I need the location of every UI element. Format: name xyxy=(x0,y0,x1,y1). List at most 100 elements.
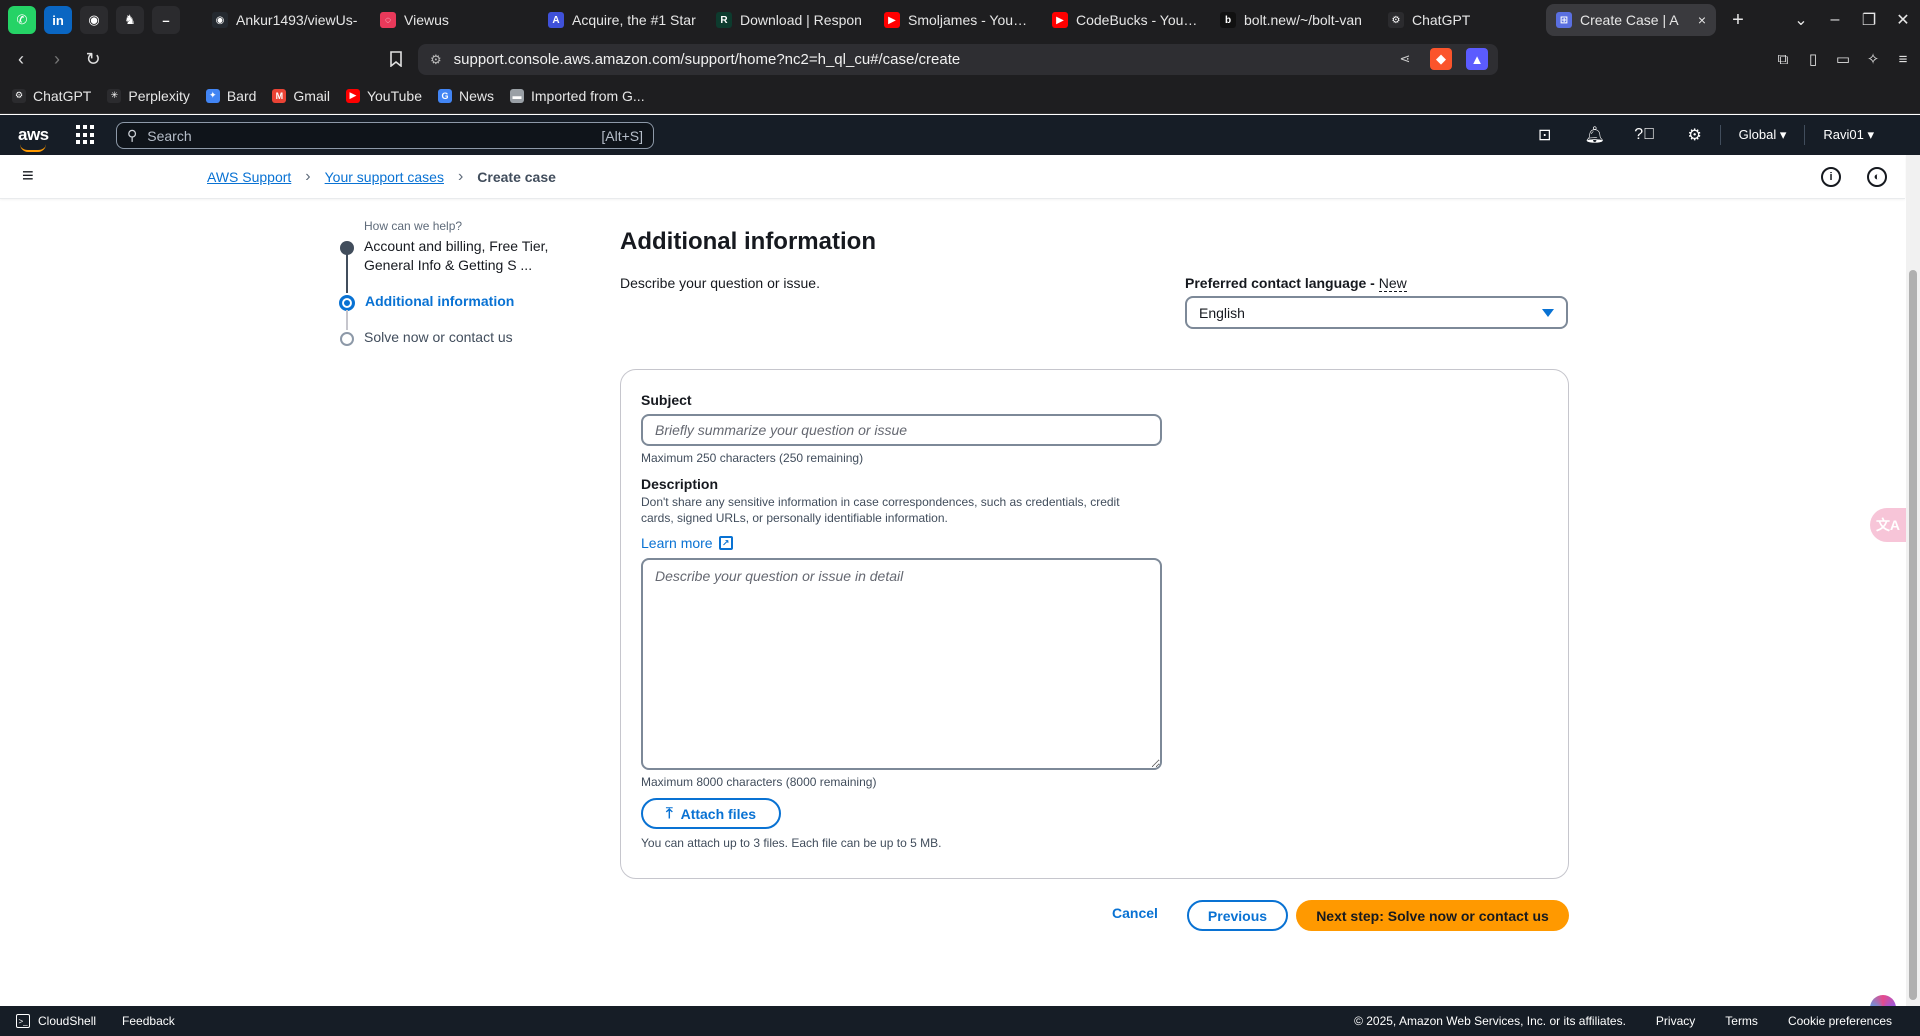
bookmark-label: News xyxy=(458,87,494,104)
bookmark-item[interactable]: ▬ Imported from G... xyxy=(510,88,645,104)
back-icon[interactable]: ‹ xyxy=(6,44,36,74)
tab-label: Viewus xyxy=(404,12,449,28)
new-badge[interactable]: New xyxy=(1378,275,1407,292)
tab[interactable]: A Acquire, the #1 Star xyxy=(538,4,706,36)
step-complete-icon xyxy=(340,241,354,255)
aws-logo[interactable]: aws xyxy=(18,125,50,152)
bookmark-page-icon[interactable] xyxy=(384,44,408,74)
learn-more-link[interactable]: Learn more ↗ xyxy=(641,535,733,551)
tab[interactable]: R Download | Respon xyxy=(706,4,874,36)
bookmark-label: ChatGPT xyxy=(33,87,92,104)
bookmarks-bar: ⚙ ChatGPT ✳ Perplexity ✦ Bard M Gmail ▶ YouTube G N… xyxy=(0,78,1920,114)
extensions-icon[interactable]: ⧉ xyxy=(1774,51,1792,68)
browser-tab-bar: ✆ in ◉ ♞ – ◉ Ankur1493/viewUs- ◌ Viewus A Acquire… xyxy=(0,0,1920,40)
github-icon[interactable]: ◉ xyxy=(80,6,108,34)
restore-window-icon[interactable]: ❐ xyxy=(1852,10,1886,30)
breadcrumb: AWS Support › Your support cases › Creat… xyxy=(207,168,556,186)
minimize-app-icon[interactable]: – xyxy=(152,6,180,34)
tab-label: bolt.new/~/bolt-van xyxy=(1244,12,1362,28)
address-bar[interactable]: ⚙ support.console.aws.amazon.com/support… xyxy=(418,44,1498,75)
chevron-right-icon: › xyxy=(305,168,311,185)
region-selector[interactable]: Global ▾ xyxy=(1721,127,1805,143)
help-icon[interactable]: ?⃝ xyxy=(1620,126,1670,144)
bookmark-favicon-icon: ✳ xyxy=(107,88,122,103)
tab-active[interactable]: ⊞ Create Case | A × xyxy=(1546,4,1716,36)
cookie-preferences-link[interactable]: Cookie preferences xyxy=(1788,1014,1892,1028)
minimize-window-icon[interactable]: – xyxy=(1818,11,1852,29)
language-label-text: Preferred contact language - xyxy=(1185,275,1379,291)
description-label: Description xyxy=(641,476,719,492)
extension-icon[interactable]: ♞ xyxy=(116,6,144,34)
forward-icon[interactable]: › xyxy=(42,44,72,74)
bookmark-item[interactable]: M Gmail xyxy=(272,88,330,104)
tab[interactable]: b bolt.new/~/bolt-van xyxy=(1210,4,1378,36)
description-textarea[interactable] xyxy=(641,558,1162,770)
feedback-link[interactable]: Feedback xyxy=(122,1014,175,1028)
leo-ai-icon[interactable]: ✧ xyxy=(1864,50,1882,68)
caret-down-icon xyxy=(1542,308,1554,317)
new-tab-button[interactable]: + xyxy=(1724,9,1752,32)
bookmark-item[interactable]: ✳ Perplexity xyxy=(107,88,190,104)
subject-input[interactable] xyxy=(641,414,1162,446)
account-menu[interactable]: Ravi01 ▾ xyxy=(1805,127,1892,143)
bookmark-favicon-icon: G xyxy=(437,88,452,103)
tab[interactable]: ◉ Ankur1493/viewUs- xyxy=(202,4,370,36)
tab[interactable]: ◌ Viewus xyxy=(370,4,538,36)
attach-files-label: Attach files xyxy=(680,805,757,822)
pinned-tabs: ✆ in ◉ ♞ – xyxy=(0,6,180,34)
info-icon[interactable]: i xyxy=(1821,167,1841,187)
step-1[interactable]: Account and billing, Free Tier, General … xyxy=(340,237,564,275)
site-settings-icon[interactable]: ⚙ xyxy=(430,52,442,68)
footer-right: © 2025, Amazon Web Services, Inc. or its… xyxy=(1354,1006,1892,1036)
tab-favicon-icon: ◉ xyxy=(212,12,228,28)
tab-strip: ◉ Ankur1493/viewUs- ◌ Viewus A Acquire, the #… xyxy=(202,4,1716,36)
cloudshell-link[interactable]: >_ CloudShell xyxy=(16,1014,96,1028)
cancel-button[interactable]: Cancel xyxy=(1108,905,1162,927)
settings-gear-icon[interactable]: ⚙ xyxy=(1670,125,1720,145)
tab-search-chevron-icon[interactable]: ⌄ xyxy=(1784,10,1818,30)
bookmark-favicon-icon: M xyxy=(272,88,287,103)
breadcrumb-your-support-cases[interactable]: Your support cases xyxy=(325,169,444,185)
whatsapp-icon[interactable]: ✆ xyxy=(8,6,36,34)
console-footer: >_ CloudShell Feedback © 2025, Amazon We… xyxy=(0,1006,1920,1036)
upload-icon: ⤒ xyxy=(665,805,673,822)
tab[interactable]: ▶ CodeBucks - YouTub xyxy=(1042,4,1210,36)
privacy-link[interactable]: Privacy xyxy=(1656,1014,1695,1028)
close-tab-icon[interactable]: × xyxy=(1698,12,1706,28)
bookmark-favicon-icon: ✦ xyxy=(205,88,220,103)
wallet-icon[interactable]: ▭ xyxy=(1834,50,1852,68)
translate-icon[interactable]: 文A xyxy=(1870,508,1906,542)
tab-label: Create Case | A xyxy=(1580,12,1679,28)
terms-link[interactable]: Terms xyxy=(1725,1014,1758,1028)
tab[interactable]: ⚙ ChatGPT xyxy=(1378,4,1546,36)
side-navigation-toggle-icon[interactable]: ≡ xyxy=(22,166,40,187)
attach-files-button[interactable]: ⤒ Attach files xyxy=(641,798,781,829)
notifications-panel-icon[interactable]: ◐ xyxy=(1867,167,1887,187)
language-selected-value: English xyxy=(1199,304,1245,321)
language-select[interactable]: English xyxy=(1185,296,1568,329)
bookmark-item[interactable]: ✦ Bard xyxy=(205,88,256,104)
brave-shields-icon[interactable]: ◆ xyxy=(1430,48,1452,70)
linkedin-icon[interactable]: in xyxy=(44,6,72,34)
page-scrollbar-thumb[interactable] xyxy=(1909,270,1917,1000)
share-icon[interactable]: ⋖ xyxy=(1394,48,1416,70)
reload-icon[interactable]: ↻ xyxy=(78,44,108,74)
menu-icon[interactable]: ≡ xyxy=(1894,51,1912,68)
sidebar-icon[interactable]: ▯ xyxy=(1804,50,1822,68)
services-grid-icon[interactable] xyxy=(76,125,96,145)
bookmark-item[interactable]: G News xyxy=(437,87,494,104)
notifications-bell-icon[interactable]: 🔔︎ xyxy=(1570,125,1620,145)
tab[interactable]: ▶ Smoljames - YouTub xyxy=(874,4,1042,36)
breadcrumb-actions: i ◐ xyxy=(1821,167,1887,187)
brave-rewards-icon[interactable]: ▲ xyxy=(1466,48,1488,70)
bookmark-item[interactable]: ⚙ ChatGPT xyxy=(12,88,91,104)
previous-button[interactable]: Previous xyxy=(1187,900,1288,931)
aws-search-input[interactable]: ⚲ Search [Alt+S] xyxy=(116,122,654,149)
breadcrumb-aws-support[interactable]: AWS Support xyxy=(207,169,291,185)
next-step-button[interactable]: Next step: Solve now or contact us xyxy=(1296,900,1569,931)
bookmark-item[interactable]: ▶ YouTube xyxy=(345,88,422,104)
cloudshell-icon[interactable]: ⊡ xyxy=(1520,125,1570,145)
close-window-icon[interactable]: ✕ xyxy=(1886,10,1920,30)
step-2-label: Additional information xyxy=(365,293,515,309)
step-current-icon xyxy=(339,295,355,311)
